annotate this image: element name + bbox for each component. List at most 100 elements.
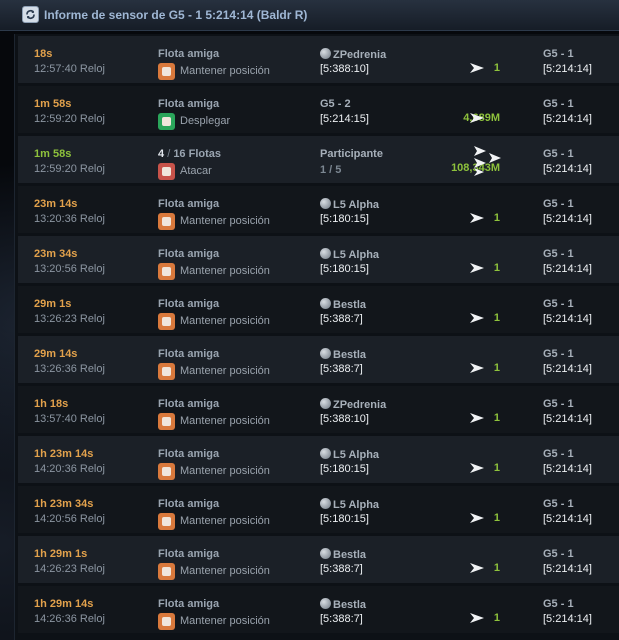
destination-coordinates[interactable]: [5:214:14] [543,313,592,325]
mission-action: Mantener posición [180,465,270,477]
destination-coordinates[interactable]: [5:214:14] [543,113,592,125]
ship-icon[interactable] [468,60,488,76]
ship-icon[interactable] [468,210,488,226]
destination-name[interactable]: G5 - 1 [543,448,574,460]
destination-name[interactable]: G5 - 1 [543,398,574,410]
fleet-row[interactable]: 23m 34s 13:20:56 Reloj Flota amiga Mantener… [18,236,619,283]
hold-position-icon [158,313,175,330]
fleet-row[interactable]: 1h 23m 14s 14:20:36 Reloj Flota amiga Mante… [18,436,619,483]
origin-coordinates[interactable]: [5:180:15] [320,263,369,275]
mission-action: Atacar [180,165,212,177]
arrival-clock: 13:20:56 Reloj [34,263,105,275]
ship-count: 1 [493,562,500,574]
destination-coordinates[interactable]: [5:214:14] [543,463,592,475]
origin-coordinates[interactable]: [5:180:15] [320,513,369,525]
ship-icon[interactable] [468,360,488,376]
destination-name[interactable]: G5 - 1 [543,298,574,310]
mission-title: Flota amiga [158,48,220,60]
ship-icon[interactable] [468,110,488,126]
refresh-icon[interactable] [22,6,39,23]
origin-coordinates[interactable]: [5:388:7] [320,563,363,575]
mission-title: Flota amiga [158,348,220,360]
origin-name[interactable]: Bestla [320,548,366,561]
destination-coordinates[interactable]: [5:214:14] [543,413,592,425]
ship-icon[interactable] [472,144,506,178]
destination-name[interactable]: G5 - 1 [543,598,574,610]
arrival-clock: 13:26:23 Reloj [34,313,105,325]
fleet-row[interactable]: 1h 23m 34s 14:20:56 Reloj Flota amiga Mante… [18,486,619,533]
fleet-row[interactable]: 18s 12:57:40 Reloj Flota amiga Mantener pos… [18,36,619,83]
origin-coordinates[interactable]: [5:388:7] [320,313,363,325]
destination-name[interactable]: G5 - 1 [543,198,574,210]
origin-name[interactable]: L5 Alpha [320,248,379,261]
origin-name[interactable]: Bestla [320,298,366,311]
ship-count: 1 [493,462,500,474]
destination-name[interactable]: G5 - 1 [543,548,574,560]
origin-name[interactable]: ZPedrenia [320,398,386,411]
destination-coordinates[interactable]: [5:214:14] [543,363,592,375]
destination-coordinates[interactable]: [5:214:14] [543,513,592,525]
ship-icon[interactable] [468,610,488,626]
destination-name[interactable]: G5 - 1 [543,148,574,160]
destination-coordinates[interactable]: [5:214:14] [543,613,592,625]
fleet-row[interactable]: 29m 14s 13:26:36 Reloj Flota amiga Mantener… [18,336,619,383]
arrival-countdown: 1h 18s [34,398,69,410]
fleet-row[interactable]: 1h 29m 1s 14:26:23 Reloj Flota amiga Manten… [18,536,619,583]
origin-coordinates[interactable]: [5:180:15] [320,213,369,225]
destination-coordinates[interactable]: [5:214:14] [543,163,592,175]
fleet-row[interactable]: 29m 1s 13:26:23 Reloj Flota amiga Mantener … [18,286,619,333]
mission-action: Mantener posición [180,265,270,277]
arrival-countdown: 1h 29m 14s [34,598,94,610]
ship-count: 1 [493,612,500,624]
origin-coordinates[interactable]: [5:214:15] [320,113,369,125]
arrival-countdown: 23m 14s [34,198,78,210]
origin-coordinates[interactable]: [5:388:7] [320,613,363,625]
destination-coordinates[interactable]: [5:214:14] [543,213,592,225]
mission-title: Flota amiga [158,598,220,610]
origin-name[interactable]: Bestla [320,348,366,361]
destination-coordinates[interactable]: [5:214:14] [543,263,592,275]
hold-position-icon [158,463,175,480]
origin-name[interactable]: G5 - 2 [320,98,351,110]
participant-label: Participante [320,148,383,160]
arrival-clock: 13:26:36 Reloj [34,363,105,375]
destination-name[interactable]: G5 - 1 [543,98,574,110]
destination-name[interactable]: G5 - 1 [543,498,574,510]
hold-position-icon [158,413,175,430]
destination-name[interactable]: G5 - 1 [543,48,574,60]
destination-name[interactable]: G5 - 1 [543,348,574,360]
origin-name[interactable]: L5 Alpha [320,198,379,211]
fleet-row[interactable]: 1m 58s 12:59:20 Reloj Flota amiga Desplegar… [18,86,619,133]
ship-icon[interactable] [468,310,488,326]
fleet-row[interactable]: 1h 18s 13:57:40 Reloj Flota amiga Mantener … [18,386,619,433]
ship-icon[interactable] [468,460,488,476]
origin-name[interactable]: L5 Alpha [320,448,379,461]
sensor-report-list: 18s 12:57:40 Reloj Flota amiga Mantener pos… [14,34,619,640]
arrival-clock: 13:57:40 Reloj [34,413,105,425]
origin-coordinates[interactable]: [5:180:15] [320,463,369,475]
destination-coordinates[interactable]: [5:214:14] [543,63,592,75]
mission-action: Mantener posición [180,65,270,77]
arrival-clock: 14:26:36 Reloj [34,613,105,625]
ship-icon[interactable] [468,510,488,526]
ship-icon[interactable] [468,410,488,426]
fleet-row[interactable]: 1m 58s 12:59:20 Reloj 4 / 16 Flotas Atacar P… [18,136,619,183]
fleet-row[interactable]: 23m 14s 13:20:36 Reloj Flota amiga Mantener… [18,186,619,233]
hold-position-icon [158,63,175,80]
ship-count: 1 [493,262,500,274]
origin-name[interactable]: ZPedrenia [320,48,386,61]
origin-name[interactable]: L5 Alpha [320,498,379,511]
mission-action: Mantener posición [180,415,270,427]
origin-name[interactable]: Bestla [320,598,366,611]
arrival-clock: 13:20:36 Reloj [34,213,105,225]
fleet-group-count[interactable]: 4 / 16 Flotas [158,148,221,160]
mission-action: Mantener posición [180,515,270,527]
origin-coordinates[interactable]: [5:388:10] [320,413,369,425]
origin-coordinates[interactable]: [5:388:7] [320,363,363,375]
destination-coordinates[interactable]: [5:214:14] [543,563,592,575]
destination-name[interactable]: G5 - 1 [543,248,574,260]
ship-icon[interactable] [468,560,488,576]
fleet-row[interactable]: 1h 29m 14s 14:26:36 Reloj Flota amiga Mante… [18,586,619,633]
origin-coordinates[interactable]: [5:388:10] [320,63,369,75]
ship-icon[interactable] [468,260,488,276]
